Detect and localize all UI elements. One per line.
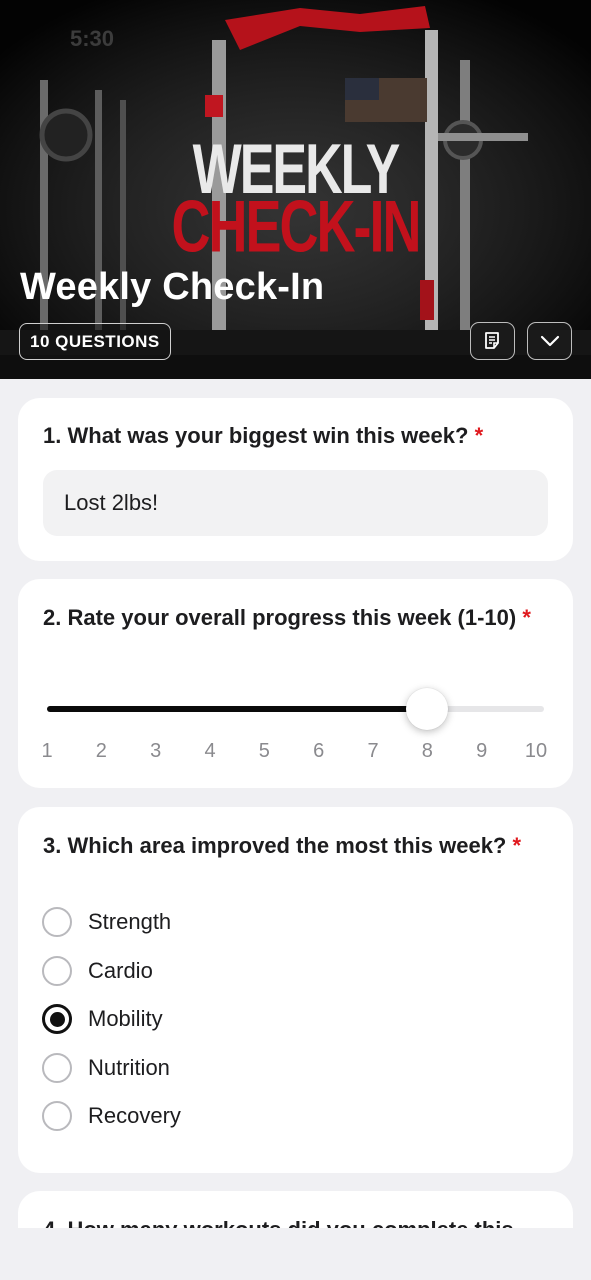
slider-tick-label: 9 <box>476 740 488 762</box>
question-card-3: 3. Which area improved the most this wee… <box>18 807 573 1173</box>
bottom-safe-area <box>0 1228 591 1280</box>
biggest-win-input[interactable]: Lost 2lbs! <box>43 470 548 536</box>
question-2-number: 2. <box>43 605 62 630</box>
option-strength[interactable]: Strength <box>42 906 171 938</box>
question-2-label: Rate your overall progress this week (1-… <box>67 605 517 630</box>
question-2-text: 2. Rate your overall progress this week … <box>43 604 553 632</box>
option-label: Recovery <box>88 1103 181 1128</box>
question-1-text: 1. What was your biggest win this week? … <box>43 422 553 450</box>
notes-button[interactable] <box>470 322 515 360</box>
required-marker: * <box>522 605 531 630</box>
logo-wordmark-check-in: CHECK-IN <box>171 186 422 268</box>
option-label: Cardio <box>88 957 153 983</box>
slider-tick-label: 3 <box>150 740 162 762</box>
question-1-label: What was your biggest win this week? <box>67 423 469 448</box>
option-recovery[interactable]: Recovery <box>42 1100 181 1132</box>
radio-button[interactable] <box>42 955 72 986</box>
progress-rating-slider[interactable] <box>47 688 544 730</box>
question-3-text: 3. Which area improved the most this wee… <box>43 832 553 860</box>
status-time: 5:30 <box>70 26 115 51</box>
radio-button[interactable] <box>42 907 72 937</box>
slider-tick-label: 6 <box>313 740 325 762</box>
option-label: Strength <box>88 909 172 934</box>
page-title: Weekly Check-In <box>20 266 325 308</box>
slider-tick-label: 4 <box>204 740 216 762</box>
notes-icon <box>484 332 499 349</box>
question-card-1: 1. What was your biggest win this week? … <box>18 398 573 561</box>
radio-button[interactable] <box>42 1004 72 1034</box>
slider-fill <box>47 706 428 712</box>
slider-tick-label: 10 <box>524 740 548 762</box>
question-card-2: 2. Rate your overall progress this week … <box>18 579 573 788</box>
slider-tick-label: 5 <box>258 740 270 762</box>
slider-tick-label: 8 <box>421 740 433 762</box>
option-label: Nutrition <box>88 1054 170 1080</box>
hero-banner: 5:30 WEEKLY CHECK-IN Weekly Check-In 10 … <box>0 0 591 379</box>
required-marker: * <box>474 423 484 448</box>
collapse-button[interactable] <box>527 322 572 360</box>
required-marker: * <box>512 833 522 858</box>
slider-tick-label: 1 <box>41 740 53 762</box>
option-mobility[interactable]: Mobility <box>42 1003 163 1035</box>
question-3-label: Which area improved the most this week? <box>67 833 507 858</box>
question-1-number: 1. <box>43 423 62 448</box>
question-count-badge: 10 QUESTIONS <box>19 323 171 360</box>
question-3-number: 3. <box>43 833 62 858</box>
slider-thumb[interactable] <box>406 688 449 730</box>
slider-tick-label: 2 <box>95 740 107 762</box>
option-label: Mobility <box>88 1006 163 1031</box>
option-cardio[interactable]: Cardio <box>42 955 153 987</box>
slider-tick-label: 7 <box>367 740 379 762</box>
radio-button[interactable] <box>42 1101 72 1131</box>
chevron-down-icon <box>540 335 559 347</box>
option-nutrition[interactable]: Nutrition <box>42 1052 170 1084</box>
radio-button[interactable] <box>42 1052 72 1083</box>
